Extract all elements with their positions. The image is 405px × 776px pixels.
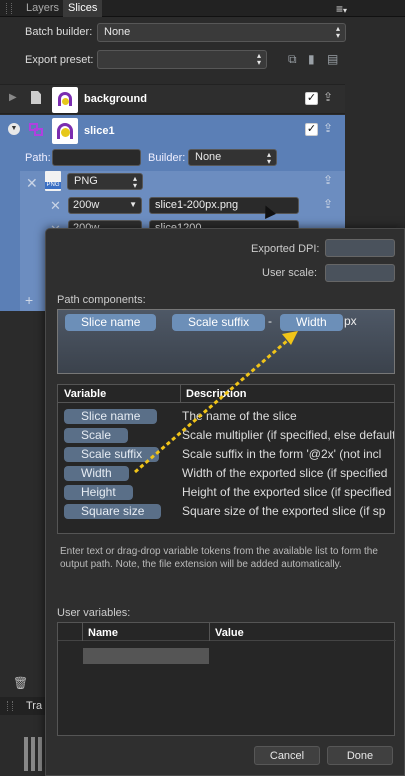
drag-arrow-line: [134, 338, 289, 474]
drag-arrow-annotation: [134, 331, 298, 474]
